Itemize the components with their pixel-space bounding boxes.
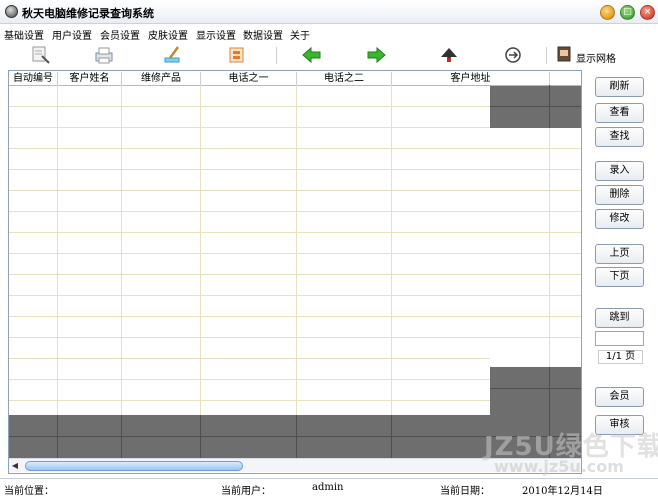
status-user-value: admin — [312, 482, 344, 493]
arrow-right-icon[interactable] — [365, 45, 387, 65]
refresh-icon[interactable] — [502, 45, 524, 65]
edit-icon[interactable] — [162, 45, 184, 65]
column-header-address[interactable]: 客户地址 — [392, 72, 549, 86]
export-icon[interactable] — [226, 45, 248, 65]
data-grid[interactable]: 自动编号 客户姓名 维修产品 电话之一 电话之二 客户地址 — [8, 70, 582, 474]
grid-toggle-icon[interactable] — [557, 46, 571, 62]
view-button[interactable]: 查看 — [595, 103, 644, 123]
menu-basic-settings[interactable]: 基础设置 — [4, 27, 44, 42]
side-panel: 刷新 查看 查找 录入 删除 修改 上页 下页 跳到 会员 审核 — [588, 70, 651, 474]
scroll-thumb[interactable] — [25, 461, 243, 471]
column-header-phone-1[interactable]: 电话之一 — [201, 72, 296, 86]
menu-bar: 基础设置 用户设置 会员设置 皮肤设置 显示设置 数据设置 关于 — [0, 25, 658, 42]
add-record-button[interactable]: 录入 — [595, 161, 644, 181]
jump-page-input[interactable] — [595, 331, 644, 346]
minimize-button[interactable]: – — [600, 5, 615, 20]
column-header-id[interactable]: 自动编号 — [9, 72, 57, 86]
status-user-label: 当前用户： — [221, 486, 271, 496]
member-button[interactable]: 会员 — [595, 387, 644, 407]
menu-display-settings[interactable]: 显示设置 — [196, 27, 236, 42]
search-icon[interactable] — [30, 45, 52, 65]
menu-data-settings[interactable]: 数据设置 — [243, 27, 283, 42]
window-title: 秋天电脑维修记录查询系统 — [22, 7, 154, 20]
status-date-label: 当前日期： — [440, 486, 490, 496]
delete-button[interactable]: 删除 — [595, 185, 644, 205]
column-header-customer-name[interactable]: 客户姓名 — [58, 72, 121, 86]
menu-member-settings[interactable]: 会员设置 — [100, 27, 140, 42]
title-bar: 秋天电脑维修记录查询系统 – □ × — [0, 0, 658, 24]
page-indicator: 1/1 页 — [598, 350, 643, 364]
menu-about[interactable]: 关于 — [290, 27, 310, 42]
arrow-left-icon[interactable] — [301, 45, 323, 65]
review-button[interactable]: 审核 — [595, 415, 644, 435]
maximize-button[interactable]: □ — [620, 5, 635, 20]
column-header-phone-2[interactable]: 电话之二 — [297, 72, 391, 86]
print-icon[interactable] — [93, 45, 115, 65]
scroll-left-arrow-icon[interactable]: ◀ — [10, 461, 20, 471]
toolbar-separator — [546, 47, 547, 64]
status-bar: 当前位置： 当前用户： admin 当前日期： 2010年12月14日 — [0, 478, 658, 496]
menu-skin-settings[interactable]: 皮肤设置 — [148, 27, 188, 42]
status-location-label: 当前位置： — [4, 486, 54, 496]
modify-button[interactable]: 修改 — [595, 209, 644, 229]
status-date-value: 2010年12月14日 — [522, 486, 603, 496]
menu-user-settings[interactable]: 用户设置 — [52, 27, 92, 42]
close-button[interactable]: × — [640, 5, 655, 20]
grid-lines — [9, 72, 581, 461]
skin-icon[interactable] — [438, 45, 460, 65]
toolbar-separator — [276, 47, 277, 64]
app-icon — [5, 5, 18, 18]
jump-to-button[interactable]: 跳到 — [595, 308, 644, 328]
next-page-button[interactable]: 下页 — [595, 267, 644, 287]
grid-toggle-label[interactable]: 显示网格 — [576, 50, 616, 65]
horizontal-scrollbar[interactable]: ◀ — [9, 458, 581, 472]
prev-page-button[interactable]: 上页 — [595, 244, 644, 264]
refresh-button[interactable]: 刷新 — [595, 77, 644, 97]
find-button[interactable]: 查找 — [595, 127, 644, 147]
column-header-product[interactable]: 维修产品 — [122, 72, 200, 86]
